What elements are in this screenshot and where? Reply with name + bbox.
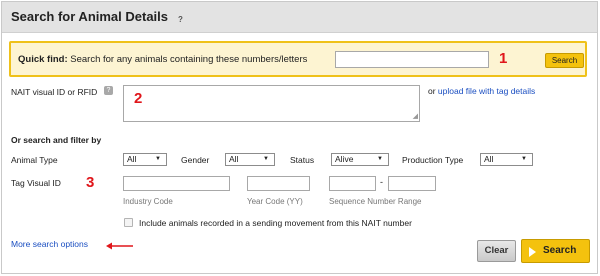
upload-line: or upload file with tag details [428, 86, 535, 96]
chevron-down-icon: ▼ [377, 156, 383, 162]
panel-header: Search for Animal Details ? [2, 2, 597, 33]
nait-help-icon[interactable]: ? [104, 86, 113, 95]
search-panel: Search for Animal Details ? Quick find: … [1, 1, 598, 274]
animal-type-value: All [127, 154, 137, 164]
year-code-hint: Year Code (YY) [247, 197, 303, 206]
production-type-label: Production Type [402, 155, 464, 165]
sequence-range-separator: - [380, 177, 383, 187]
title-help-icon[interactable]: ? [178, 15, 183, 24]
quick-find-input[interactable] [335, 51, 489, 68]
sequence-to-input[interactable] [388, 176, 436, 191]
clear-button[interactable]: Clear [477, 240, 516, 262]
play-icon [529, 247, 536, 257]
arrow-left-icon [106, 242, 133, 250]
industry-code-hint: Industry Code [123, 197, 173, 206]
upload-or-text: or [428, 86, 438, 96]
quick-find-label: Quick find: Search for any animals conta… [18, 54, 307, 65]
chevron-down-icon: ▼ [521, 156, 527, 162]
gender-label: Gender [181, 155, 210, 165]
quick-find-label-bold: Quick find: [18, 54, 68, 65]
sending-movement-label[interactable]: Include animals recorded in a sending mo… [139, 218, 412, 228]
gender-select[interactable]: All ▼ [225, 153, 275, 166]
sequence-range-hint: Sequence Number Range [329, 197, 422, 206]
quick-find-label-text: Search for any animals containing these … [70, 54, 308, 65]
nait-id-textarea[interactable]: ◢ [123, 85, 420, 122]
production-type-select[interactable]: All ▼ [480, 153, 533, 166]
annotation-3: 3 [86, 174, 95, 191]
year-code-input[interactable] [247, 176, 310, 191]
status-label: Status [290, 155, 315, 165]
chevron-down-icon: ▼ [263, 156, 269, 162]
resize-grip-icon[interactable]: ◢ [413, 113, 418, 120]
status-select[interactable]: Alive ▼ [331, 153, 389, 166]
industry-code-input[interactable] [123, 176, 230, 191]
search-button[interactable]: Search [521, 239, 590, 263]
tag-visual-id-label: Tag Visual ID [11, 178, 61, 188]
annotation-2: 2 [134, 90, 143, 107]
upload-file-link[interactable]: upload file with tag details [438, 86, 535, 96]
animal-type-label: Animal Type [11, 155, 58, 165]
more-search-options-link[interactable]: More search options [11, 239, 88, 249]
search-button-label: Search [543, 245, 577, 256]
sending-movement-checkbox[interactable] [124, 218, 133, 227]
chevron-down-icon: ▼ [155, 156, 161, 162]
annotation-1: 1 [499, 50, 508, 67]
gender-value: All [229, 154, 239, 164]
status-value: Alive [335, 154, 354, 164]
production-type-value: All [484, 154, 494, 164]
page-title: Search for Animal Details [11, 9, 169, 24]
animal-type-select[interactable]: All ▼ [123, 153, 167, 166]
nait-id-label: NAIT visual ID or RFID [11, 87, 98, 97]
quick-find-search-button[interactable]: Search [545, 53, 584, 68]
sequence-from-input[interactable] [329, 176, 376, 191]
filter-section-title: Or search and filter by [11, 135, 102, 145]
